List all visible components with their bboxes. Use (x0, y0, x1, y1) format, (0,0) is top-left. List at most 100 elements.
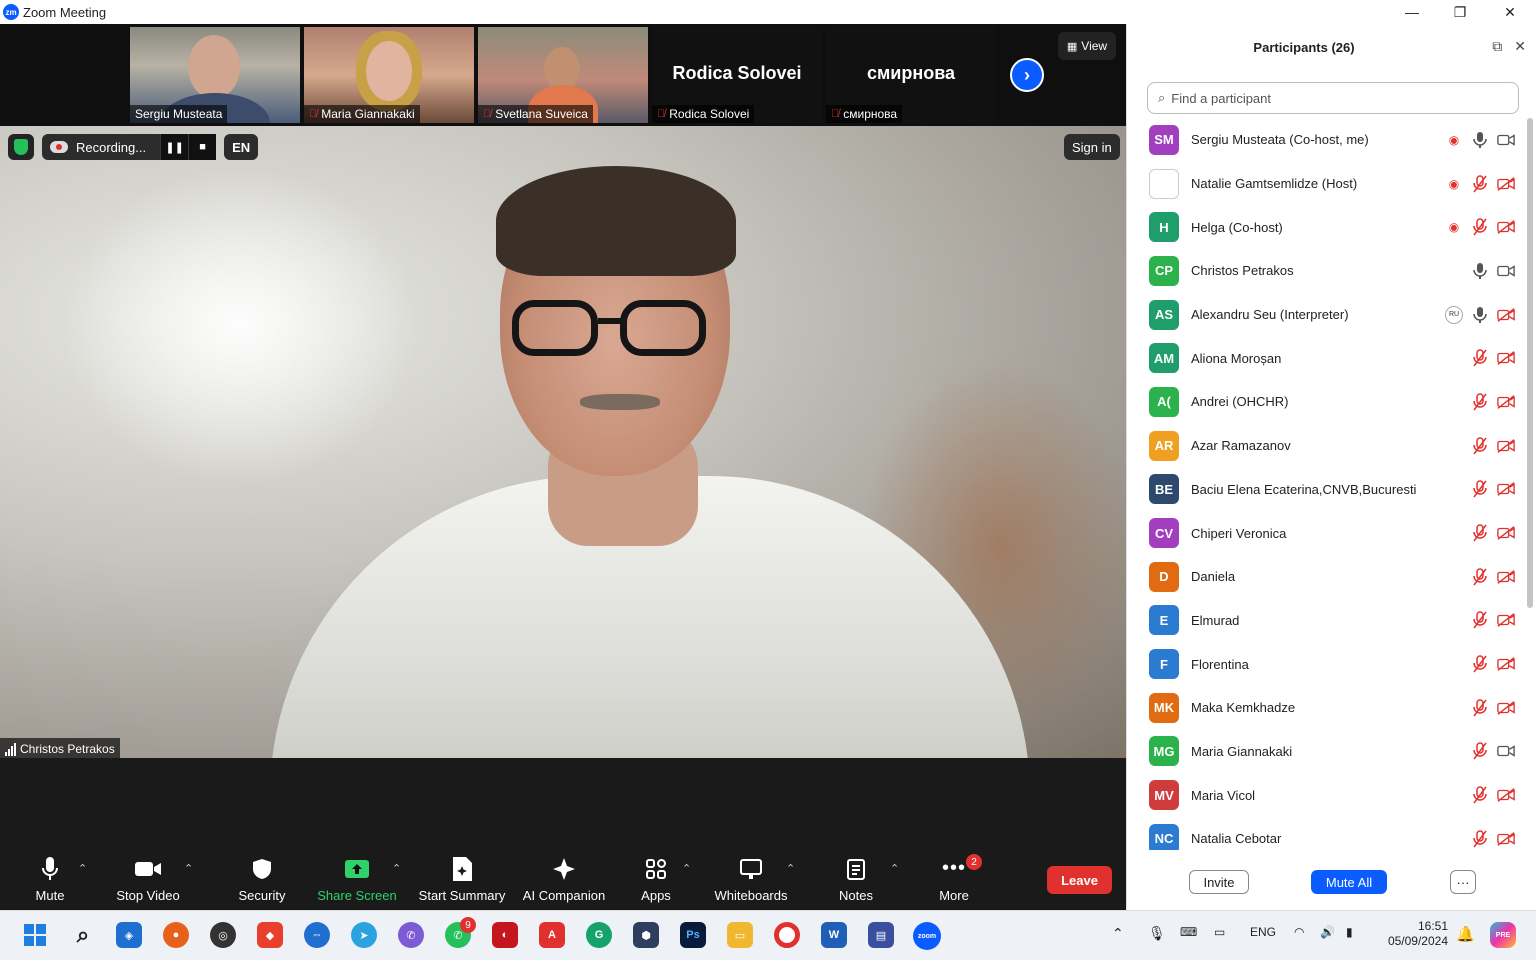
apps-button[interactable]: Apps (634, 848, 678, 910)
sign-in-button[interactable]: Sign in (1064, 134, 1120, 160)
participant-row[interactable]: AM Aliona Moroșan (1127, 336, 1527, 380)
participant-row[interactable]: H Helga (Co-host) ◉ (1127, 205, 1527, 249)
mic-muted-icon[interactable] (1471, 699, 1489, 717)
mute-options-caret[interactable]: ⌃ (78, 862, 87, 875)
share-options-caret[interactable]: ⌃ (392, 862, 401, 875)
chevron-up-icon[interactable]: ⌃ (1112, 925, 1124, 942)
microphone-icon[interactable] (1471, 131, 1489, 149)
word-icon[interactable]: W (821, 922, 847, 948)
participant-row[interactable]: Natalie Gamtsemlidze (Host) ◉ (1127, 162, 1527, 206)
video-off-icon[interactable] (1497, 218, 1515, 236)
video-tile[interactable]: Rodica Solovei 🎙̸ Rodica Solovei (652, 27, 822, 123)
microphone-icon[interactable] (1471, 306, 1489, 324)
video-off-icon[interactable] (1497, 480, 1515, 498)
participant-row[interactable]: BE Baciu Elena Ecaterina,CNVB,Bucuresti (1127, 468, 1527, 512)
participant-row[interactable]: CV Chiperi Veronica (1127, 511, 1527, 555)
mic-muted-icon[interactable] (1471, 218, 1489, 236)
mic-muted-icon[interactable] (1471, 786, 1489, 804)
zoom-icon[interactable]: zoom (913, 922, 941, 950)
photoshop-icon[interactable]: Ps (680, 922, 706, 948)
mic-muted-icon[interactable] (1471, 174, 1489, 193)
battery-icon[interactable]: ▮ (1346, 925, 1353, 939)
ai-companion-button[interactable]: AI Companion (520, 848, 608, 910)
mic-muted-icon[interactable] (1471, 524, 1489, 542)
anydesk-icon[interactable]: ◆ (257, 922, 283, 948)
mic-muted-icon[interactable] (1471, 655, 1489, 673)
participant-row[interactable]: F Florentina (1127, 642, 1527, 686)
more-options-button[interactable]: ··· (1450, 870, 1476, 894)
clock[interactable]: 16:51 05/09/2024 (1380, 919, 1448, 949)
mic-muted-icon[interactable] (1471, 742, 1489, 760)
volume-icon[interactable]: 🔊 (1320, 925, 1335, 939)
participant-row[interactable]: E Elmurad (1127, 599, 1527, 643)
participant-row[interactable]: NC Natalia Cebotar (1127, 817, 1527, 850)
chrome-icon[interactable] (774, 922, 800, 948)
file-explorer-icon[interactable]: ▭ (727, 922, 753, 948)
video-camera-icon[interactable] (1497, 262, 1515, 280)
telegram-icon[interactable]: ➤ (351, 922, 377, 948)
whiteboards-options-caret[interactable]: ⌃ (786, 862, 795, 875)
app-icon[interactable]: ⬢ (633, 922, 659, 948)
mute-all-button[interactable]: Mute All (1311, 870, 1387, 894)
participant-search-input[interactable]: ⌕ Find a participant (1147, 82, 1519, 114)
video-off-icon[interactable] (1497, 393, 1515, 411)
mic-muted-icon[interactable] (1471, 436, 1489, 455)
next-page-button[interactable]: › (1010, 58, 1044, 92)
participant-row[interactable]: CP Christos Petrakos (1127, 249, 1527, 293)
video-options-caret[interactable]: ⌃ (184, 862, 193, 875)
video-off-icon[interactable] (1497, 306, 1515, 324)
whiteboards-button[interactable]: Whiteboards (710, 848, 792, 910)
video-tile[interactable]: 🎙̸ Maria Giannakaki (304, 27, 474, 123)
participant-row[interactable]: AS Alexandru Seu (Interpreter) RU (1127, 293, 1527, 337)
keyboard-icon[interactable]: ⌨ (1180, 925, 1197, 939)
windows-start-icon[interactable] (22, 922, 48, 948)
viber-icon[interactable]: ✆ (398, 922, 424, 948)
microphone-icon[interactable]: 🎙 (1148, 925, 1166, 942)
mic-muted-icon[interactable] (1471, 567, 1489, 586)
mic-muted-icon[interactable] (1471, 480, 1489, 498)
pop-out-icon[interactable]: ⧉ (1492, 38, 1502, 55)
video-off-icon[interactable] (1497, 175, 1515, 193)
notes-options-caret[interactable]: ⌃ (890, 862, 899, 875)
participant-row[interactable]: MV Maria Vicol (1127, 773, 1527, 817)
share-screen-button[interactable]: Share Screen (316, 848, 398, 910)
restore-button[interactable]: ❐ (1436, 0, 1484, 24)
participant-row[interactable]: AR Azar Ramazanov (1127, 424, 1527, 468)
notification-bell-icon[interactable]: 🔔 (1456, 925, 1475, 943)
video-off-icon[interactable] (1497, 655, 1515, 673)
start-summary-button[interactable]: Start Summary (416, 848, 508, 910)
mute-button[interactable]: Mute (22, 848, 78, 910)
security-button[interactable]: Security (232, 848, 292, 910)
language-button[interactable]: EN (224, 134, 259, 160)
video-off-icon[interactable] (1497, 830, 1515, 848)
video-tile[interactable]: смирнова 🎙̸ смирнова (826, 27, 996, 123)
video-off-icon[interactable] (1497, 611, 1515, 629)
close-button[interactable]: ✕ (1486, 0, 1534, 24)
mic-muted-icon[interactable] (1471, 611, 1489, 629)
encryption-shield-icon[interactable] (8, 134, 34, 160)
copilot-icon[interactable]: PRE (1490, 922, 1516, 948)
participant-row[interactable]: MK Maka Kemkhadze (1127, 686, 1527, 730)
video-off-icon[interactable] (1497, 524, 1515, 542)
participant-row[interactable]: A(Andrei (OHCHR) (1127, 380, 1527, 424)
video-off-icon[interactable] (1497, 568, 1515, 586)
wifi-icon[interactable]: ◠ (1294, 925, 1304, 939)
microphone-icon[interactable] (1471, 262, 1489, 280)
video-off-icon[interactable] (1497, 437, 1515, 455)
video-off-icon[interactable] (1497, 349, 1515, 367)
app-icon[interactable]: ◎ (210, 922, 236, 948)
grammarly-icon[interactable]: G (586, 922, 612, 948)
video-camera-icon[interactable] (1497, 131, 1515, 149)
notes-button[interactable]: Notes (832, 848, 880, 910)
close-icon[interactable]: ✕ (1514, 38, 1526, 55)
language-indicator[interactable]: ENG (1250, 925, 1276, 939)
teamviewer-icon[interactable]: ⇔ (304, 922, 330, 948)
participant-list-scrollbar[interactable] (1527, 118, 1533, 608)
mic-muted-icon[interactable] (1471, 830, 1489, 848)
video-tile[interactable]: Sergiu Musteata (130, 27, 300, 123)
mic-muted-icon[interactable] (1471, 349, 1489, 367)
minimize-button[interactable]: — (1388, 0, 1436, 24)
video-tile[interactable]: 🎙̸ Svetlana Suveica (478, 27, 648, 123)
participant-row[interactable]: D Daniela (1127, 555, 1527, 599)
stop-video-button[interactable]: Stop Video (110, 848, 186, 910)
